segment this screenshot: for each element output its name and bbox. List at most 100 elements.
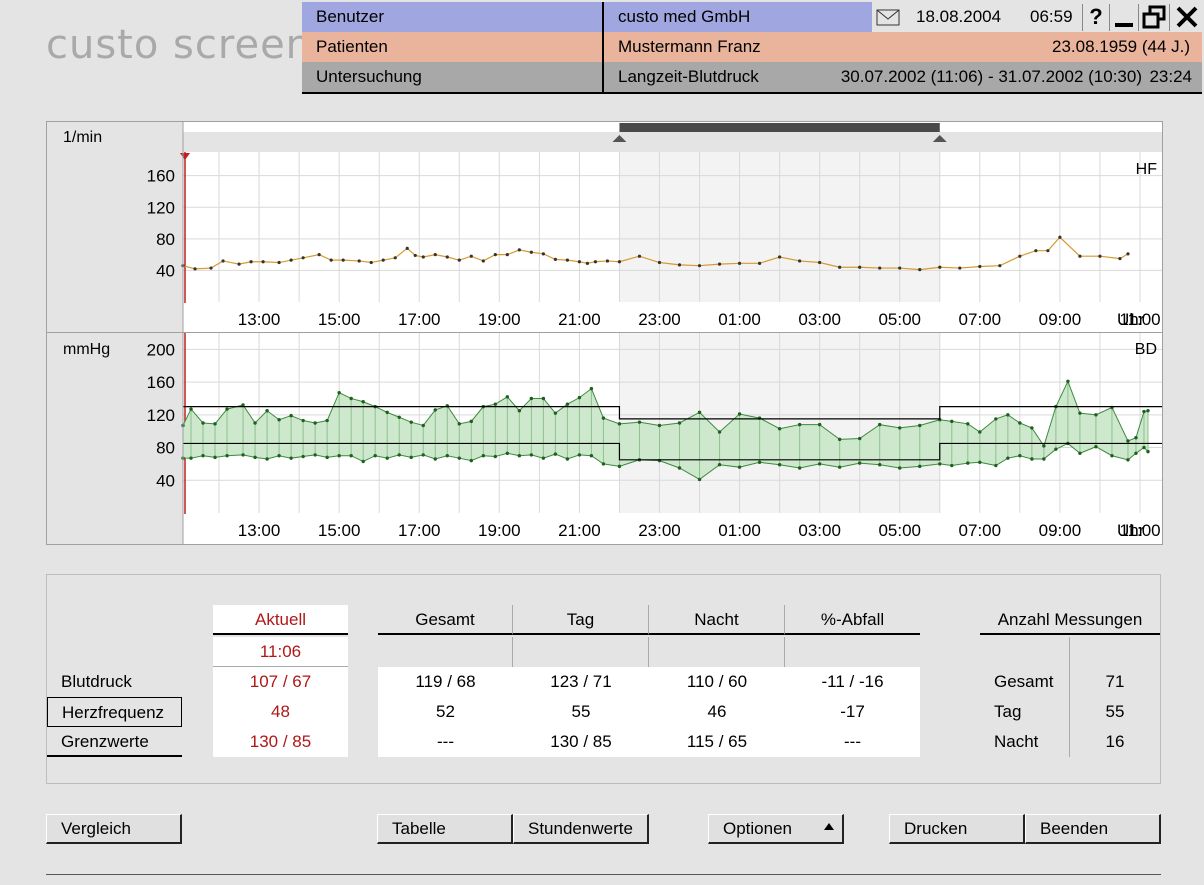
hf-point	[577, 260, 582, 264]
aktuell-herzfrequenz: 48	[213, 697, 348, 727]
hf-point	[818, 260, 822, 265]
bp-systolic-point	[966, 422, 970, 426]
count-label-gesamt: Gesamt	[980, 667, 1070, 697]
bp-systolic-point	[517, 409, 522, 413]
bp-systolic-point	[1134, 436, 1138, 440]
y-tick-label: 80	[156, 230, 175, 249]
bp-systolic-point	[325, 418, 329, 423]
header-patient-dob: 23.08.1959 (44 J.)	[1052, 37, 1190, 56]
hf-point	[593, 260, 598, 264]
hf-point	[1118, 256, 1122, 261]
bp-diastolic-point	[493, 454, 498, 459]
bp-systolic-point	[1066, 379, 1070, 383]
aktuell-header: Aktuell	[213, 605, 348, 635]
row-label-blutdruck: Blutdruck	[61, 672, 132, 691]
cell-hf-nacht: 46	[707, 702, 727, 721]
count-value-gesamt: 71	[1105, 672, 1125, 691]
hf-point	[1058, 235, 1062, 239]
bp-diastolic-point	[541, 456, 546, 460]
bottom-divider	[46, 874, 1161, 875]
bp-diastolic-point	[601, 462, 606, 466]
bp-diastolic-point	[481, 454, 486, 458]
col-header-tag: Tag	[513, 605, 649, 635]
close-icon[interactable]	[1169, 4, 1203, 31]
bp-systolic-point	[541, 396, 546, 401]
bp-systolic-point	[457, 422, 461, 426]
x-tick-label: 03:00	[798, 310, 841, 329]
minimize-icon[interactable]	[1109, 4, 1138, 31]
bp-diastolic-point	[421, 453, 425, 457]
bp-systolic-point	[361, 400, 365, 404]
bp-diastolic-point	[553, 452, 558, 456]
x-tick-label: 05:00	[878, 521, 921, 540]
bp-diastolic-point	[918, 464, 922, 469]
cell-bp-gesamt: 119 / 68	[415, 672, 476, 691]
y-tick-label: 80	[156, 439, 175, 458]
header-exam-type: Langzeit-Blutdruck	[618, 67, 759, 86]
bd-unit-label: mmHg	[63, 341, 110, 358]
envelope-icon[interactable]	[876, 9, 900, 26]
bp-systolic-point	[313, 421, 317, 425]
bp-systolic-point	[385, 410, 389, 415]
hf-point	[369, 260, 373, 265]
hf-point	[237, 262, 241, 266]
optionen-label: Optionen	[723, 819, 792, 838]
bp-systolic-point	[409, 420, 413, 424]
x-tick-label: 15:00	[318, 310, 361, 329]
bp-diastolic-point	[373, 454, 377, 458]
restore-icon[interactable]	[1138, 4, 1169, 31]
help-button[interactable]: ?	[1082, 4, 1109, 31]
count-label-tag: Tag	[980, 697, 1070, 727]
bp-diastolic-point	[717, 463, 722, 467]
col-header-abfall: %-Abfall	[785, 605, 920, 635]
header-divider	[602, 2, 604, 92]
bp-diastolic-point	[1110, 454, 1114, 458]
x-tick-label: 23:00	[638, 521, 681, 540]
x-tick-label: 13:00	[238, 521, 281, 540]
bp-systolic-point	[577, 395, 582, 400]
col-header-nacht: Nacht	[649, 605, 785, 635]
app-logo: custo screen	[46, 22, 313, 68]
aktuell-time: 11:06	[213, 637, 348, 667]
y-tick-label: 200	[147, 340, 175, 359]
y-tick-label: 120	[147, 406, 175, 425]
bp-diastolic-point	[361, 459, 365, 464]
bp-systolic-point	[553, 411, 558, 415]
row-label-herzfrequenz[interactable]: Herzfrequenz	[47, 697, 182, 727]
bp-systolic-point	[301, 418, 305, 423]
vergleich-button[interactable]: Vergleich	[46, 814, 182, 844]
bp-systolic-point	[1142, 409, 1146, 414]
hf-point	[493, 253, 497, 257]
bp-systolic-point	[289, 413, 293, 418]
bp-diastolic-point	[337, 454, 341, 458]
x-unit-label: Uhr	[1117, 310, 1145, 329]
chart-svg[interactable]: 40 80 120 160 13:00 15:00 17:00 19:00 21:00 23:00…	[47, 122, 1162, 544]
hf-point	[657, 260, 662, 265]
bp-systolic-point	[433, 408, 437, 412]
bp-diastolic-point	[385, 456, 389, 460]
bp-diastolic-point	[1006, 456, 1010, 460]
bp-diastolic-point	[1030, 457, 1034, 461]
beenden-button[interactable]: Beenden	[1025, 814, 1161, 844]
cell-hf-abfall: -17	[840, 702, 865, 721]
x-tick-label: 05:00	[878, 310, 921, 329]
night-range-bar	[619, 123, 940, 132]
count-value-tag: 55	[1105, 702, 1125, 721]
hf-point	[529, 250, 533, 254]
tabelle-button[interactable]: Tabelle	[377, 814, 513, 844]
x-tick-label: 09:00	[1039, 521, 1082, 540]
drucken-button[interactable]: Drucken	[889, 814, 1025, 844]
bp-diastolic-point	[737, 465, 742, 469]
hf-point	[1018, 254, 1022, 258]
bp-diastolic-point	[241, 453, 245, 457]
bp-systolic-point	[1146, 409, 1150, 413]
bp-systolic-point	[1094, 413, 1098, 417]
row-label-grenzwerte[interactable]: Grenzwerte	[47, 727, 182, 757]
x-tick-label: 17:00	[398, 310, 441, 329]
header-clock-area: 18.08.2004 06:59 ?	[872, 2, 1203, 32]
count-value-nacht: 16	[1105, 732, 1125, 751]
optionen-button[interactable]: Optionen	[708, 814, 844, 844]
bp-diastolic-point	[289, 456, 293, 460]
stundenwerte-button[interactable]: Stundenwerte	[513, 814, 649, 844]
bp-systolic-point	[1126, 439, 1130, 443]
